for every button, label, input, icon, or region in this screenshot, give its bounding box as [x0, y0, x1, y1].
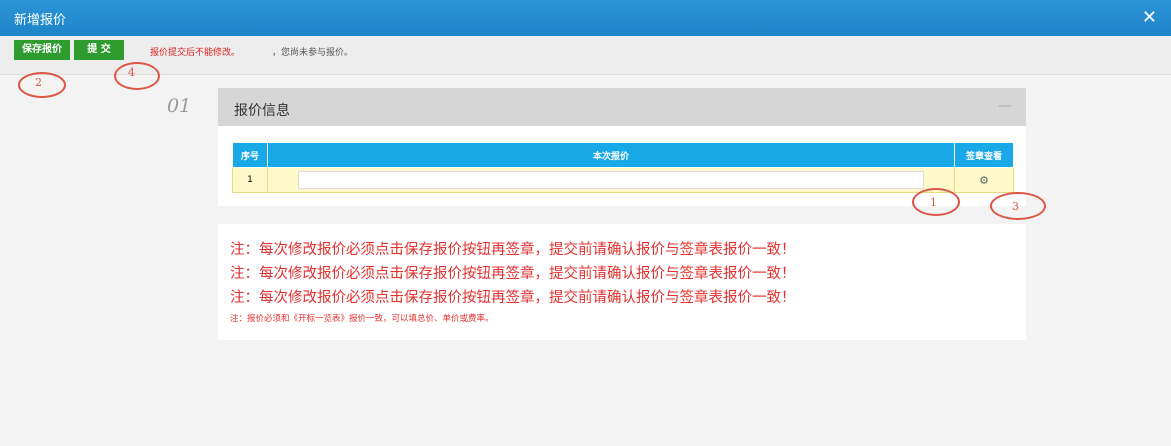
- table-row: 1 ⚙: [232, 167, 1014, 193]
- toolbar: 保存报价 提 交 报价提交后不能修改。 ，您尚未参与报价。: [0, 36, 1171, 75]
- note-small: 注：报价必须和《开标一览表》报价一致，可以填总价、单价或费率。: [230, 314, 494, 324]
- column-header: 序号: [232, 142, 268, 168]
- column-header: 签章查看: [954, 142, 1014, 168]
- title-bar: 新增报价 ✕: [0, 0, 1171, 36]
- annotation-number: 4: [128, 66, 135, 79]
- annotation-number: 3: [1012, 200, 1019, 213]
- save-quote-button[interactable]: 保存报价: [14, 40, 70, 60]
- price-cell: [267, 167, 955, 193]
- submit-button[interactable]: 提 交: [74, 40, 124, 60]
- note-line: 注：每次修改报价必须点击保存报价按钮再签章，提交前请确认报价与签章表报价一致！: [230, 290, 796, 306]
- collapse-icon[interactable]: —: [998, 98, 1012, 114]
- quote-price-input[interactable]: [298, 171, 924, 189]
- annotation-circle-submit: [114, 62, 160, 90]
- quote-info-panel: 报价信息 — 序号 本次报价 签章查看 1 ⚙: [218, 88, 1026, 206]
- gear-icon[interactable]: ⚙: [979, 174, 989, 187]
- annotation-circle-save: [18, 72, 66, 98]
- note-line: 注：每次修改报价必须点击保存报价按钮再签章，提交前请确认报价与签章表报价一致！: [230, 266, 796, 282]
- notes-panel: 注：每次修改报价必须点击保存报价按钮再签章，提交前请确认报价与签章表报价一致！ …: [218, 224, 1026, 340]
- panel-title: 报价信息: [234, 103, 290, 119]
- panel-header: 报价信息 —: [218, 88, 1026, 126]
- annotation-number: 2: [35, 76, 42, 89]
- close-icon[interactable]: ✕: [1142, 7, 1157, 28]
- row-number: 1: [232, 167, 268, 193]
- annotation-number: 1: [930, 196, 937, 209]
- column-header: 本次报价: [267, 142, 955, 168]
- submit-warning: 报价提交后不能修改。: [150, 48, 241, 58]
- signature-cell: ⚙: [954, 167, 1014, 193]
- participation-hint: ，您尚未参与报价。: [272, 48, 354, 58]
- step-number: 01: [167, 95, 192, 117]
- window-title: 新增报价: [14, 13, 67, 28]
- note-line: 注：每次修改报价必须点击保存报价按钮再签章，提交前请确认报价与签章表报价一致！: [230, 242, 796, 258]
- quote-table: 序号 本次报价 签章查看 1 ⚙: [232, 142, 1014, 193]
